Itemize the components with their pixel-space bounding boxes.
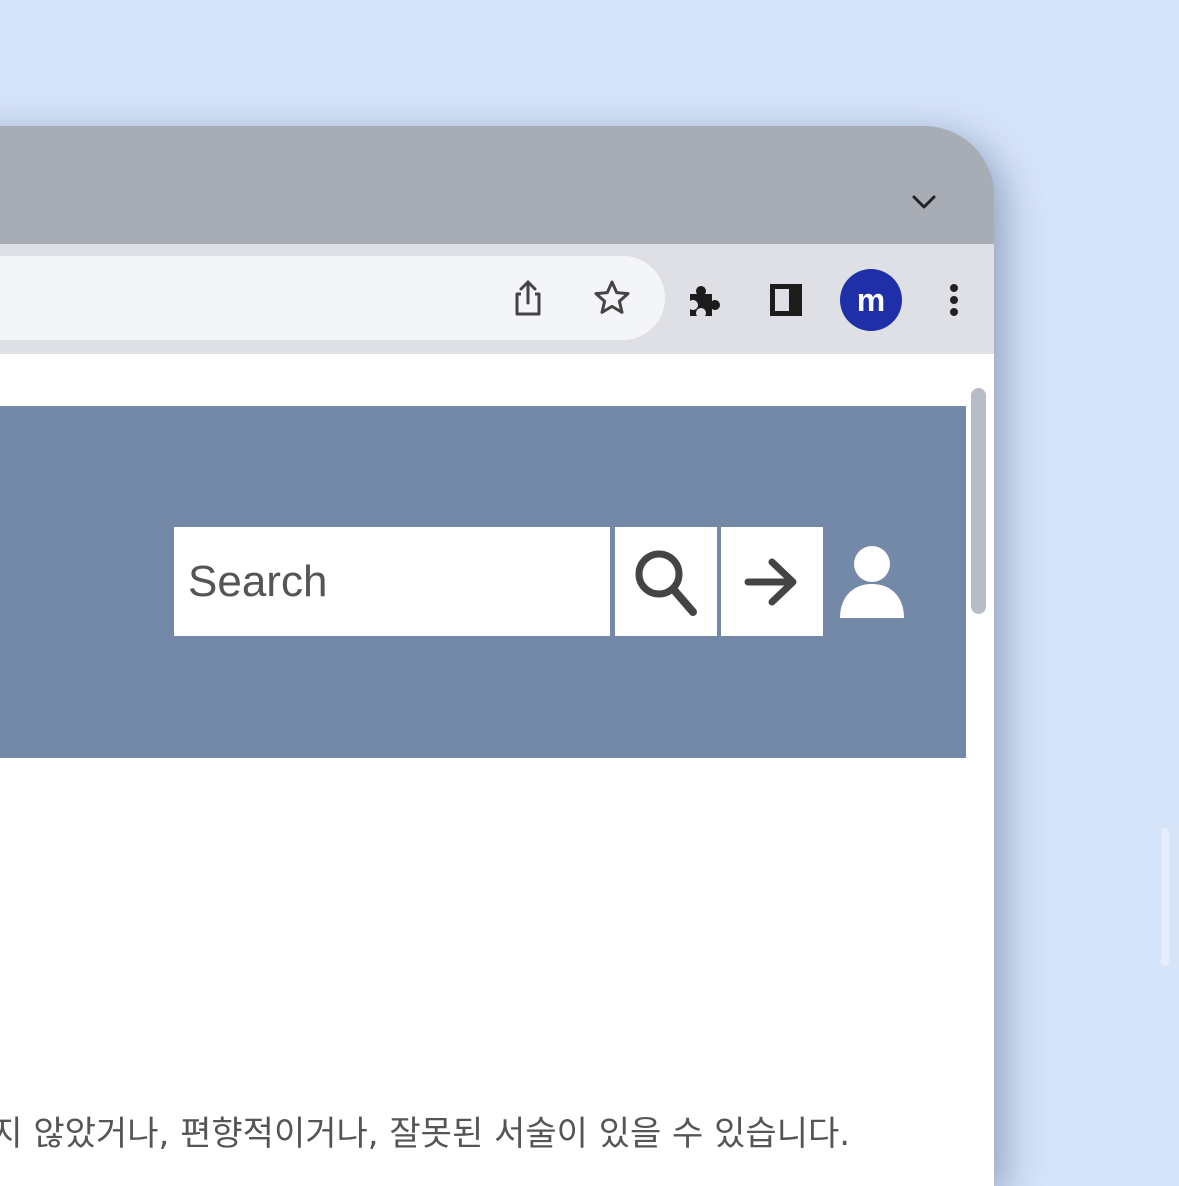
more-vert-icon (950, 284, 958, 316)
share-button[interactable] (506, 276, 550, 320)
user-account-button[interactable] (836, 542, 908, 622)
site-header (0, 406, 966, 758)
share-icon (515, 280, 541, 316)
address-bar[interactable] (0, 256, 665, 340)
star-icon (594, 280, 630, 314)
side-panel-button[interactable] (764, 278, 808, 322)
browser-menu-button[interactable] (932, 278, 976, 322)
search-input[interactable] (174, 527, 610, 636)
extensions-button[interactable] (682, 278, 726, 322)
tab-strip (0, 126, 994, 244)
search-button[interactable] (615, 527, 717, 636)
page-viewport: 되지 않았거나, 편향적이거나, 잘못된 서술이 있을 수 있습니다. (0, 354, 994, 1186)
disclaimer-text: 되지 않았거나, 편향적이거나, 잘못된 서술이 있을 수 있습니다. (0, 1114, 851, 1154)
arrow-right-icon (744, 558, 797, 605)
chevron-down-icon (912, 195, 936, 209)
magnifier-icon (635, 550, 697, 616)
scrollbar-thumb[interactable] (971, 388, 986, 614)
side-panel-icon (770, 284, 802, 316)
browser-toolbar: m (0, 244, 994, 354)
browser-window: m Search 되지 않았거나, 편향적이거나, 잘못된 서술이 있을 수 있… (0, 126, 994, 1186)
bookmark-button[interactable] (590, 276, 634, 320)
screen-edge-handle (1161, 828, 1169, 966)
profile-avatar[interactable]: m (840, 269, 902, 331)
extensions-puzzle-icon (690, 286, 720, 316)
user-icon (840, 546, 904, 618)
go-button[interactable] (721, 527, 823, 636)
tab-search-button[interactable] (906, 184, 942, 220)
